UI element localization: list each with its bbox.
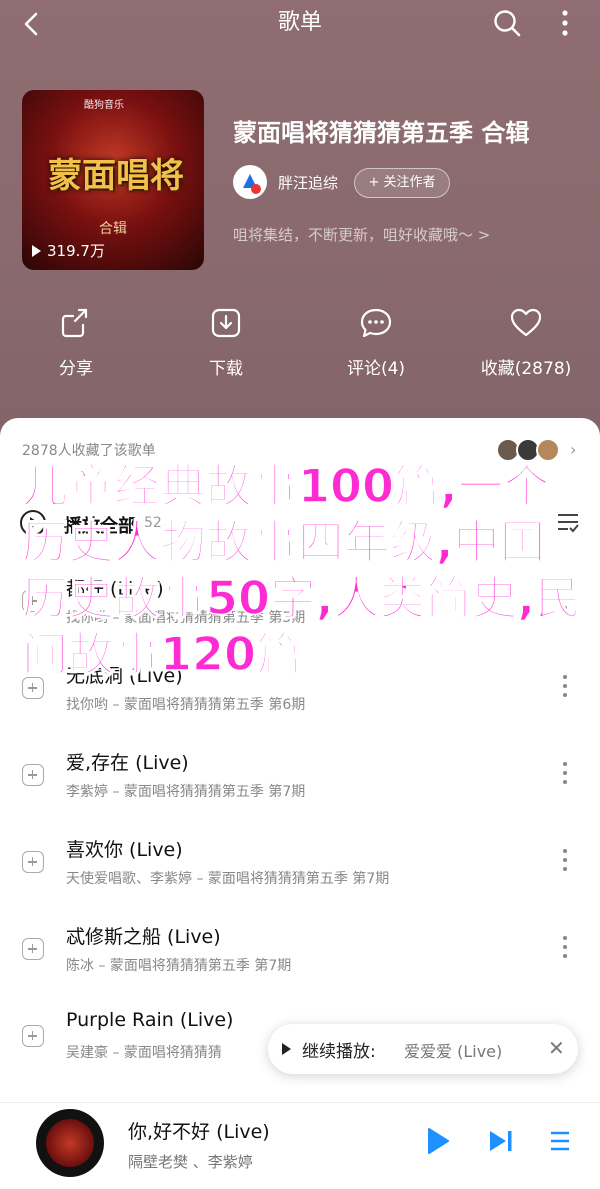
cover-art-collection: 合辑 [99, 221, 127, 237]
play-icon[interactable] [426, 1127, 450, 1155]
song-title: 爱,存在 (Live) [66, 752, 189, 774]
more-vertical-icon[interactable] [548, 6, 582, 40]
song-subtitle: 找你哟 – 蒙面唱将猜猜猜第五季 第6期 [66, 697, 306, 713]
now-playing-artist: 隔壁老樊 、李紫婷 [128, 1153, 253, 1171]
collected-count: 2878人收藏了该歌单 [22, 443, 156, 459]
list-item[interactable]: 忒修斯之船 (Live) 陈冰 – 蒙面唱将猜猜猜第五季 第7期 [0, 910, 600, 990]
creator-avatar[interactable] [233, 165, 267, 199]
list-item[interactable]: 爱,存在 (Live) 李紫婷 – 蒙面唱将猜猜猜第五季 第7期 [0, 736, 600, 816]
navbar: 歌单 [0, 0, 600, 46]
share-icon [61, 308, 88, 338]
resume-song: 爱爱爱 (Live) [404, 1042, 503, 1061]
add-to-list-icon[interactable] [22, 851, 44, 873]
song-subtitle: 李紫婷 – 蒙面唱将猜猜猜第五季 第7期 [66, 784, 306, 800]
comment-label: 评论(4) [346, 359, 406, 379]
playlist-icon[interactable] [548, 1129, 572, 1153]
comment-button[interactable]: 评论(4) [316, 306, 436, 379]
cover-art-title: 蒙面唱将 [48, 156, 184, 196]
favorite-label: 收藏(2878) [480, 359, 572, 379]
album-cover[interactable]: 酷狗音乐 蒙面唱将 合辑 319.7万 [22, 90, 204, 270]
chevron-right-icon[interactable]: › [570, 440, 576, 459]
list-item[interactable]: 喜欢你 (Live) 天使爱唱歌、李紫婷 – 蒙面唱将猜猜猜第五季 第7期 [0, 823, 600, 903]
creator-name[interactable]: 胖汪追综 [278, 172, 338, 193]
share-button[interactable]: 分享 [16, 306, 136, 379]
song-title: Purple Rain (Live) [66, 1009, 234, 1031]
search-icon[interactable] [490, 6, 524, 40]
song-title: 忒修斯之船 (Live) [66, 926, 221, 948]
mini-player[interactable]: 你,好不好 (Live) 隔壁老樊 、李紫婷 [0, 1102, 600, 1189]
action-bar: 分享 下载 评论(4) 收藏(2878) [0, 306, 600, 386]
resume-label: 继续播放: [302, 1042, 376, 1062]
close-icon[interactable]: ✕ [548, 1036, 565, 1060]
more-vertical-icon[interactable] [562, 849, 568, 875]
follow-button[interactable]: + 关注作者 [354, 168, 450, 198]
comment-icon [360, 308, 392, 338]
album-description[interactable]: 咀将集结，不断更新，咀好收藏哦～ > [233, 224, 490, 245]
more-vertical-icon[interactable] [562, 762, 568, 788]
favorite-button[interactable]: 收藏(2878) [466, 306, 586, 379]
overlay-caption: 儿童经典故事100篇,一个历史人物故事四年级,中国历史故事50字,人类简史,民间… [21, 458, 581, 682]
now-playing-title: 你,好不好 (Live) [128, 1121, 270, 1143]
heart-icon [510, 308, 542, 337]
resume-playback-toast[interactable]: 继续播放: 爱爱爱 (Live) ✕ [268, 1024, 578, 1074]
song-subtitle: 陈冰 – 蒙面唱将猜猜猜第五季 第7期 [66, 958, 292, 974]
song-subtitle: 天使爱唱歌、李紫婷 – 蒙面唱将猜猜猜第五季 第7期 [66, 871, 390, 887]
brand-logo: 酷狗音乐 [84, 100, 124, 111]
album-title: 蒙面唱将猜猜猜第五季 合辑 [233, 119, 530, 147]
play-icon [282, 1043, 291, 1055]
add-to-list-icon[interactable] [22, 938, 44, 960]
song-subtitle: 吴建豪 – 蒙面唱将猜猜猜 [66, 1045, 222, 1061]
more-vertical-icon[interactable] [562, 936, 568, 962]
share-label: 分享 [59, 359, 93, 379]
download-label: 下载 [209, 359, 243, 379]
play-count: 319.7万 [32, 240, 105, 261]
download-icon [211, 308, 241, 338]
add-to-list-icon[interactable] [22, 1025, 44, 1047]
play-count-icon [32, 245, 41, 257]
add-to-list-icon[interactable] [22, 764, 44, 786]
download-button[interactable]: 下载 [166, 306, 286, 379]
song-title: 喜欢你 (Live) [66, 839, 183, 861]
album-header: 歌单 酷狗音乐 蒙面唱将 合辑 319.7万 蒙面唱将猜猜猜第五季 合辑 胖汪追… [0, 0, 600, 440]
now-playing-cover[interactable] [36, 1109, 104, 1177]
next-track-icon[interactable] [488, 1129, 514, 1153]
